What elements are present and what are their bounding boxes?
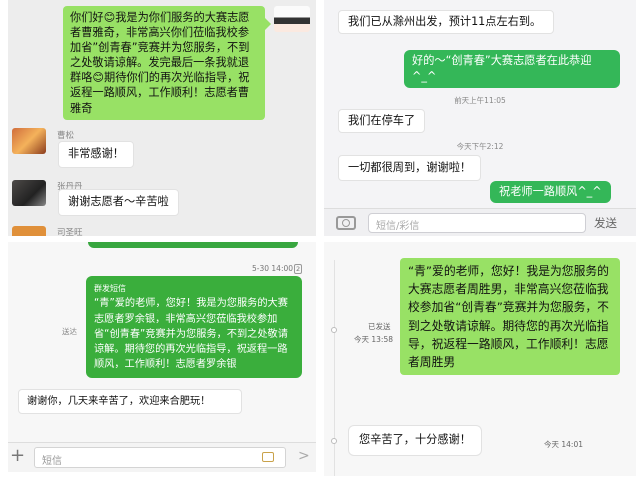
message-bubble-outgoing[interactable]: 群发短信 “青”爱的老师，您好！我是为您服务的大赛志愿者罗余银，非常高兴您莅临我… xyxy=(86,276,302,378)
timeline-dot xyxy=(331,438,337,444)
message-bubble-outgoing[interactable]: 祝老师一路顺风^_^ xyxy=(490,181,611,203)
delivery-status: 送达 xyxy=(62,327,77,336)
message-bubble-outgoing[interactable]: 好的～“创青春”大赛志愿者在此恭迎^_^ xyxy=(404,50,620,88)
android-sms-panel: 5-30 14:00 2 群发短信 “青”爱的老师，您好！我是为您服务的大赛志愿者… xyxy=(8,242,316,472)
avatar[interactable] xyxy=(12,128,46,154)
bubble-tail xyxy=(265,18,271,30)
message-bubble-incoming[interactable]: 非常感谢！ xyxy=(58,141,134,168)
message-bubble-partial[interactable] xyxy=(88,242,298,248)
compose-bar: + 短信 > xyxy=(8,442,316,472)
wechat-group-chat-panel: 你们好😊我是为你们服务的大赛志愿者曹雅奇，非常高兴你们莅临我校参加省”创青春”竞… xyxy=(8,0,316,236)
send-arrow-icon[interactable]: > xyxy=(298,448,310,464)
avatar[interactable] xyxy=(12,226,46,236)
message-bubble-incoming[interactable]: 我们在停车了 xyxy=(338,109,426,133)
timestamp-text: 5-30 14:00 xyxy=(252,264,294,273)
plus-icon[interactable]: + xyxy=(10,445,25,466)
sms-timeline-panel: “青”爱的老师，您好！我是为您服务的大赛志愿者周胜男，非常高兴您莅临我校参加省“… xyxy=(324,242,636,476)
timeline-dot xyxy=(331,327,337,333)
send-button[interactable]: 发送 xyxy=(594,215,617,231)
message-timestamp: 今天 13:58 xyxy=(354,335,393,344)
emoji-icon[interactable] xyxy=(262,452,274,462)
compose-bar: 短信/彩信 发送 xyxy=(324,208,636,236)
message-input[interactable]: 短信/彩信 xyxy=(368,213,586,233)
message-bubble-self[interactable]: 你们好😊我是为你们服务的大赛志愿者曹雅奇，非常高兴你们莅临我校参加省”创青春”竞… xyxy=(63,6,271,120)
message-bubble-incoming[interactable]: 谢谢你，几天来辛苦了，欢迎来合肥玩！ xyxy=(18,389,242,414)
message-text: 你们好😊我是为你们服务的大赛志愿者曹雅奇，非常高兴你们莅临我校参加省”创青春”竞… xyxy=(70,11,250,115)
message-timestamp: 今天 14:01 xyxy=(544,440,583,449)
message-timestamp: 5-30 14:00 2 xyxy=(252,264,303,274)
sender-name: 司圣旺 xyxy=(57,228,83,236)
message-timestamp: 前天上午11:05 xyxy=(454,96,506,105)
message-bubble-incoming[interactable]: 一切都很周到，谢谢啦！ xyxy=(338,155,482,181)
group-sms-label: 群发短信 xyxy=(94,284,126,293)
message-input[interactable]: 短信 xyxy=(34,447,286,468)
message-bubble-outgoing[interactable]: “青”爱的老师，您好！我是为您服务的大赛志愿者周胜男，非常高兴您莅临我校参加省“… xyxy=(400,258,620,376)
sms-conversation-panel: 我们已从滁州出发，预计11点左右到。 好的～“创青春”大赛志愿者在此恭迎^_^ … xyxy=(324,0,636,236)
avatar[interactable] xyxy=(274,6,310,32)
sim-badge: 2 xyxy=(294,264,303,274)
camera-icon[interactable] xyxy=(336,216,356,230)
message-bubble-incoming[interactable]: 我们已从滁州出发，预计11点左右到。 xyxy=(338,10,554,34)
sender-name: 曹松 xyxy=(57,131,75,141)
delivery-status: 已发送 xyxy=(368,322,391,331)
avatar[interactable] xyxy=(12,180,46,206)
message-bubble-incoming[interactable]: 谢谢志愿者～辛苦啦 xyxy=(58,189,179,216)
message-text: “青”爱的老师，您好！我是为您服务的大赛志愿者罗余银，非常高兴您莅临我校参加省“… xyxy=(94,298,288,371)
message-bubble-incoming[interactable]: 您辛苦了，十分感谢！ xyxy=(348,425,482,456)
message-timestamp: 今天下午2:12 xyxy=(456,142,504,151)
